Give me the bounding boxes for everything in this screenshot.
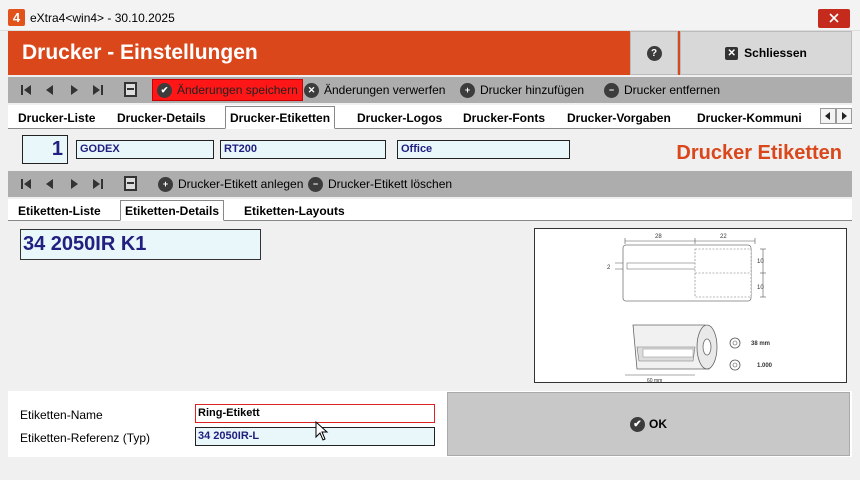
printer-toolbar: ✔ Änderungen speichern ✕ Änderungen verw… [8,77,852,103]
last-record-icon[interactable] [92,178,104,190]
label-details-panel: 34 2050IR K1 28 22 2 10 10 60 mm 38 mm 1… [8,221,852,388]
printer-model-field[interactable]: RT200 [220,140,386,159]
tab-drucker-vorgaben[interactable]: Drucker-Vorgaben [563,109,675,127]
main-tab-bar: Drucker-Liste Drucker-Details Drucker-Et… [8,105,852,129]
printer-info-row: 1 GODEX RT200 Office Drucker Etiketten [8,129,852,171]
check-icon: ✔ [630,416,645,432]
discard-changes-button[interactable]: ✕ Änderungen verwerfen [300,79,449,101]
tab-drucker-logos[interactable]: Drucker-Logos [353,109,446,127]
roll-width-label: 60 mm [647,378,662,384]
chevron-right-icon [842,112,847,120]
label-ref-caption: Etiketten-Referenz (Typ) [20,431,151,445]
ok-label: OK [649,417,667,431]
printer-location-field[interactable]: Office [397,140,570,159]
remove-printer-button[interactable]: − Drucker entfernen [600,79,724,101]
window-title: eXtra4<win4> - 30.10.2025 [30,11,175,25]
close-x-icon: ✕ [725,46,739,60]
ok-button[interactable]: ✔ OK [447,392,850,456]
label-form: Etiketten-Name Ring-Etikett Etiketten-Re… [8,391,852,457]
label-name-caption: Etiketten-Name [20,408,103,422]
tab-etiketten-layouts[interactable]: Etiketten-Layouts [244,204,345,218]
roll-count-label: 1.000 [757,363,773,369]
bottom-area [8,457,852,480]
tab-drucker-details[interactable]: Drucker-Details [113,109,210,127]
label-code-field[interactable]: 34 2050IR K1 [20,229,261,260]
label-diagram-image: 28 22 2 10 10 60 mm 38 mm 1.000 [534,228,847,384]
add-printer-button[interactable]: + Drucker hinzufügen [456,79,588,101]
minus-icon: − [604,82,619,98]
minus-icon: − [308,176,323,192]
window-close-button[interactable] [818,9,850,28]
previous-record-icon[interactable] [44,84,56,96]
tab-scroll-right-button[interactable] [836,108,852,124]
next-record-icon[interactable] [68,178,80,190]
plus-icon: + [460,82,475,98]
label-diagram-svg: 28 22 2 10 10 60 mm 38 mm 1.000 [607,234,773,384]
tab-drucker-etiketten[interactable]: Drucker-Etiketten [225,106,336,129]
save-changes-button[interactable]: ✔ Änderungen speichern [152,79,303,101]
first-record-icon[interactable] [20,178,32,190]
tab-drucker-fonts[interactable]: Drucker-Fonts [459,109,549,127]
check-icon: ✔ [157,82,172,98]
dim-right-bottom: 10 [757,285,764,291]
next-record-icon[interactable] [68,84,80,96]
printer-number-field[interactable]: 1 [22,135,68,164]
printer-make-field[interactable]: GODEX [76,140,214,159]
close-icon [829,13,839,23]
dim-top-left: 28 [655,234,662,240]
tab-scroll-left-button[interactable] [820,108,836,124]
last-record-icon[interactable] [92,84,104,96]
add-printer-label: Drucker hinzufügen [480,83,585,97]
app-logo: 4 [8,9,25,26]
add-label-button[interactable]: + Drucker-Etikett anlegen [154,173,307,195]
add-label-label: Drucker-Etikett anlegen [178,177,304,191]
close-button[interactable]: ✕ Schliessen [680,31,852,75]
plus-icon: + [158,176,173,192]
tab-etiketten-liste[interactable]: Etiketten-Liste [18,204,101,218]
delete-label-label: Drucker-Etikett löschen [328,177,453,191]
record-icon[interactable] [124,82,137,97]
dim-top-right: 22 [720,234,727,240]
discard-icon: ✕ [304,82,319,98]
save-changes-label: Änderungen speichern [177,83,298,97]
previous-record-icon[interactable] [44,178,56,190]
help-icon: ? [646,45,662,61]
chevron-left-icon [825,112,830,120]
sub-tab-bar: Etiketten-Liste Etiketten-Details Etiket… [8,199,852,221]
tab-drucker-kommunikation[interactable]: Drucker-Kommuni [693,109,806,127]
mouse-cursor-icon [315,421,329,441]
core-size-label: 38 mm [751,341,770,347]
remove-printer-label: Drucker entfernen [624,83,721,97]
dim-side: 2 [607,265,611,271]
record-icon[interactable] [124,176,137,191]
dim-right-top: 10 [757,259,764,265]
tab-etiketten-details[interactable]: Etiketten-Details [120,200,225,221]
section-title: Drucker Etiketten [676,142,842,164]
page-title: Drucker - Einstellungen [22,41,258,64]
discard-changes-label: Änderungen verwerfen [324,83,446,97]
help-button[interactable]: ? [630,31,678,75]
close-button-label: Schliessen [744,46,807,60]
first-record-icon[interactable] [20,84,32,96]
delete-label-button[interactable]: − Drucker-Etikett löschen [304,173,456,195]
label-toolbar: + Drucker-Etikett anlegen − Drucker-Etik… [8,171,852,197]
tab-drucker-liste[interactable]: Drucker-Liste [14,109,99,127]
